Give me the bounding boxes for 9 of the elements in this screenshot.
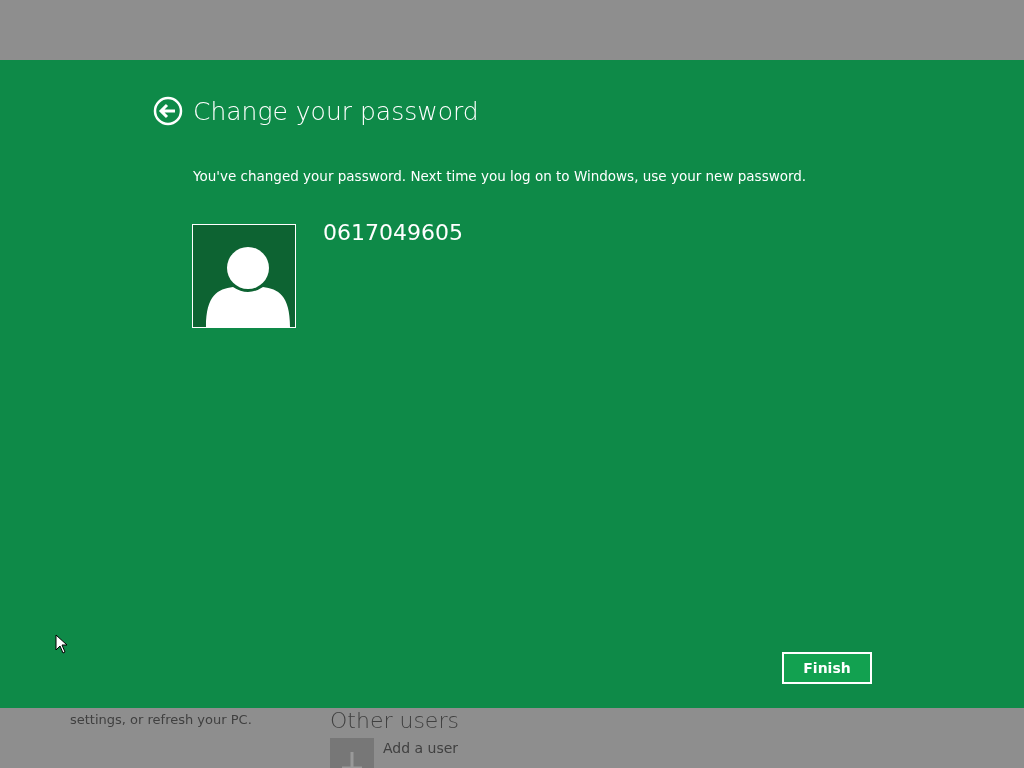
section-title: Other users [330,708,459,735]
settings-text: settings, or refresh your PC. [70,712,252,727]
page-title: Change your password [193,96,479,126]
mouse-pointer-icon [55,634,67,654]
user-name: 0617049605 [323,220,463,247]
add-user-link[interactable]: Add a user [383,740,459,768]
confirmation-message: You've changed your password. Next time you log on to Windows, use your new password. [193,168,808,184]
finish-button[interactable]: Finish [782,652,872,684]
user-avatar-icon [192,224,296,328]
